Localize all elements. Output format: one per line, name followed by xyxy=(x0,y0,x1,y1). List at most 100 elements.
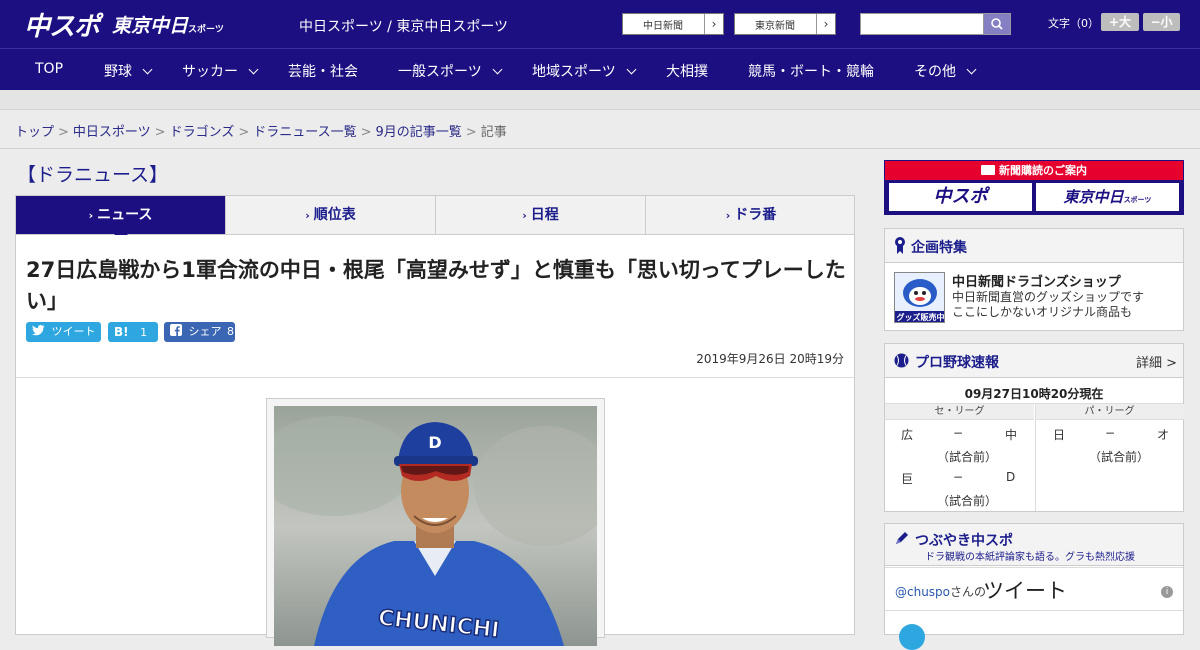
nav-label: 野球 xyxy=(104,64,132,80)
twitter-handle[interactable]: @chuspoさんの xyxy=(895,583,986,600)
nav-other[interactable]: その他 xyxy=(914,61,977,81)
nav-entertainment[interactable]: 芸能・社会 xyxy=(288,61,358,81)
breadcrumb-link[interactable]: 9月の記事一覧 xyxy=(376,125,462,140)
baseball-detail-link[interactable]: 詳細 > xyxy=(1136,352,1177,371)
info-icon[interactable]: i xyxy=(1161,586,1173,598)
tab-standings[interactable]: › 順位表 xyxy=(226,196,436,234)
nav-label: 芸能・社会 xyxy=(288,64,358,80)
breadcrumb-link[interactable]: ドラゴンズ xyxy=(170,125,235,140)
nav-label: 地域スポーツ xyxy=(532,64,616,80)
nav-label: 競馬・ボート・競輪 xyxy=(748,64,874,80)
dragons-shop-link[interactable]: 中日新聞ドラゴンズショップ xyxy=(952,271,1121,290)
chevron-right-icon: › xyxy=(816,14,835,34)
tokyo-shimbun-button[interactable]: 東京新聞 › xyxy=(734,13,836,35)
chevron-down-icon xyxy=(626,64,637,75)
nav-general-sports[interactable]: 一般スポーツ xyxy=(398,61,503,81)
search-input[interactable] xyxy=(860,13,984,35)
site-title: 中日スポーツ / 東京中日スポーツ xyxy=(299,19,509,35)
breadcrumb-link[interactable]: トップ xyxy=(15,125,54,140)
game-score: − xyxy=(953,426,964,440)
article-photo[interactable]: D CHUNICHI xyxy=(274,406,597,646)
nav-local-sports[interactable]: 地域スポーツ xyxy=(532,61,637,81)
features-panel: 企画特集 グッズ販売中 中日新聞ドラゴンズショップ 中日新聞直営のグッズショップ… xyxy=(884,228,1184,331)
nav-label: サッカー xyxy=(182,64,238,80)
font-size-up-button[interactable]: +大 xyxy=(1101,13,1139,31)
breadcrumb-separator: > xyxy=(58,125,69,140)
game-score: − xyxy=(953,470,964,484)
chevron-right-icon: › xyxy=(522,209,527,222)
tweet-button[interactable]: ツイート xyxy=(26,322,101,342)
tokyo-chunichi-logo[interactable]: 東京中日スポーツ xyxy=(112,11,224,38)
section-title: 【ドラニュース】 xyxy=(17,164,169,186)
nav-top[interactable]: TOP xyxy=(35,61,63,77)
divider xyxy=(0,148,1200,149)
chuspo-subscribe-logo[interactable]: 中スポ xyxy=(889,183,1032,211)
article-tabs: › ニュース › 順位表 › 日程 › ドラ番 xyxy=(15,195,856,241)
hatena-icon: B! xyxy=(114,325,129,339)
game-status: （試合前） xyxy=(937,450,998,464)
top-header: 中スポ 東京中日スポーツ 中日スポーツ / 東京中日スポーツ 中日新聞 › 東京… xyxy=(0,0,1200,48)
score-timestamp: 09月27日10時20分現在 xyxy=(964,387,1104,401)
dragons-shop-thumbnail[interactable]: グッズ販売中 xyxy=(894,272,945,323)
breadcrumb-link[interactable]: ドラニュース一覧 xyxy=(253,125,356,140)
nav-sumo[interactable]: 大相撲 xyxy=(666,61,708,81)
baseball-scores-title: プロ野球速報 xyxy=(915,355,999,371)
game-home-team[interactable]: 広 xyxy=(901,426,913,443)
chevron-down-icon xyxy=(142,64,153,75)
twitter-icon xyxy=(32,325,45,336)
nav-baseball[interactable]: 野球 xyxy=(104,61,153,81)
tab-news[interactable]: › ニュース xyxy=(16,196,226,241)
divider xyxy=(885,610,1183,611)
nav-label: 一般スポーツ xyxy=(398,64,482,80)
game-away-team[interactable]: D xyxy=(1006,470,1015,484)
article-body: 27日広島戦から1軍合流の中日・根尾「高望みせず」と慎重も「思い切ってプレーした… xyxy=(15,235,855,646)
tab-schedule[interactable]: › 日程 xyxy=(436,196,646,234)
facebook-share-button[interactable]: シェア 8 xyxy=(164,322,235,342)
tokyo-shimbun-label: 東京新聞 xyxy=(755,21,795,32)
chuspo-logo[interactable]: 中スポ xyxy=(24,6,100,43)
article-photo-frame: D CHUNICHI xyxy=(266,398,605,646)
central-league-label: セ・リーグ xyxy=(885,404,1034,420)
tokyo-logo-sub: スポーツ xyxy=(188,25,224,35)
hatena-bookmark-button[interactable]: B! 1 xyxy=(108,322,158,342)
nav-racing[interactable]: 競馬・ボート・競輪 xyxy=(748,61,874,81)
player-photo-illustration: D CHUNICHI xyxy=(274,406,597,646)
game-status: （試合前） xyxy=(937,494,998,508)
publish-date: 2019年9月26日 20時19分 xyxy=(696,352,844,366)
nav-soccer[interactable]: サッカー xyxy=(182,61,259,81)
dragons-shop-description: 中日新聞直営のグッズショップです ここにしかないオリジナル商品も xyxy=(952,290,1144,320)
game-status: （試合前） xyxy=(1089,450,1150,464)
twitter-handle-suffix: さんの xyxy=(950,585,987,599)
breadcrumb-separator: > xyxy=(154,125,166,140)
game-home-team[interactable]: 巨 xyxy=(901,470,913,487)
game-away-team[interactable]: オ xyxy=(1157,426,1169,443)
sub-nav-bar xyxy=(0,90,1200,110)
newspaper-icon xyxy=(981,165,995,175)
main-nav: TOP 野球 サッカー 芸能・社会 一般スポーツ 地域スポーツ 大相撲 競馬・ボ… xyxy=(0,48,1200,90)
breadcrumb-separator: > xyxy=(465,125,477,140)
breadcrumb-current: 記事 xyxy=(480,125,507,140)
nav-label: TOP xyxy=(35,61,64,77)
search-icon xyxy=(991,18,1003,30)
tweet-avatar[interactable] xyxy=(899,624,925,650)
divider xyxy=(1035,404,1036,511)
chevron-right-icon: › xyxy=(88,209,94,222)
breadcrumb-link[interactable]: 中日スポーツ xyxy=(73,125,151,140)
game-away-team[interactable]: 中 xyxy=(1005,426,1017,443)
breadcrumb: トップ > 中日スポーツ > ドラゴンズ > ドラニュース一覧 >9月の記事一覧 > 記事 xyxy=(15,121,507,140)
search-button[interactable] xyxy=(983,13,1011,35)
chunichi-shimbun-button[interactable]: 中日新聞 › xyxy=(622,13,724,35)
font-size-down-button[interactable]: −小 xyxy=(1143,13,1180,31)
font-size-label: 文字（0） xyxy=(1048,17,1099,30)
game-home-team[interactable]: 日 xyxy=(1053,426,1065,443)
ribbon-icon xyxy=(895,237,905,254)
subscription-banner[interactable]: 新聞購読のご案内 中スポ 東京中日スポーツ xyxy=(884,160,1184,215)
tab-label: 日程 xyxy=(530,207,559,223)
article-headline: 27日広島戦から1軍合流の中日・根尾「高望みせず」と慎重も「思い切ってプレーした… xyxy=(26,258,846,313)
svg-text:D: D xyxy=(428,433,441,452)
tab-label: ドラ番 xyxy=(734,207,777,223)
tab-reporter[interactable]: › ドラ番 xyxy=(646,196,856,234)
tokyo-chunichi-subscribe-logo[interactable]: 東京中日スポーツ xyxy=(1036,183,1179,211)
pen-icon xyxy=(896,532,908,544)
features-header: 企画特集 xyxy=(885,229,1183,263)
